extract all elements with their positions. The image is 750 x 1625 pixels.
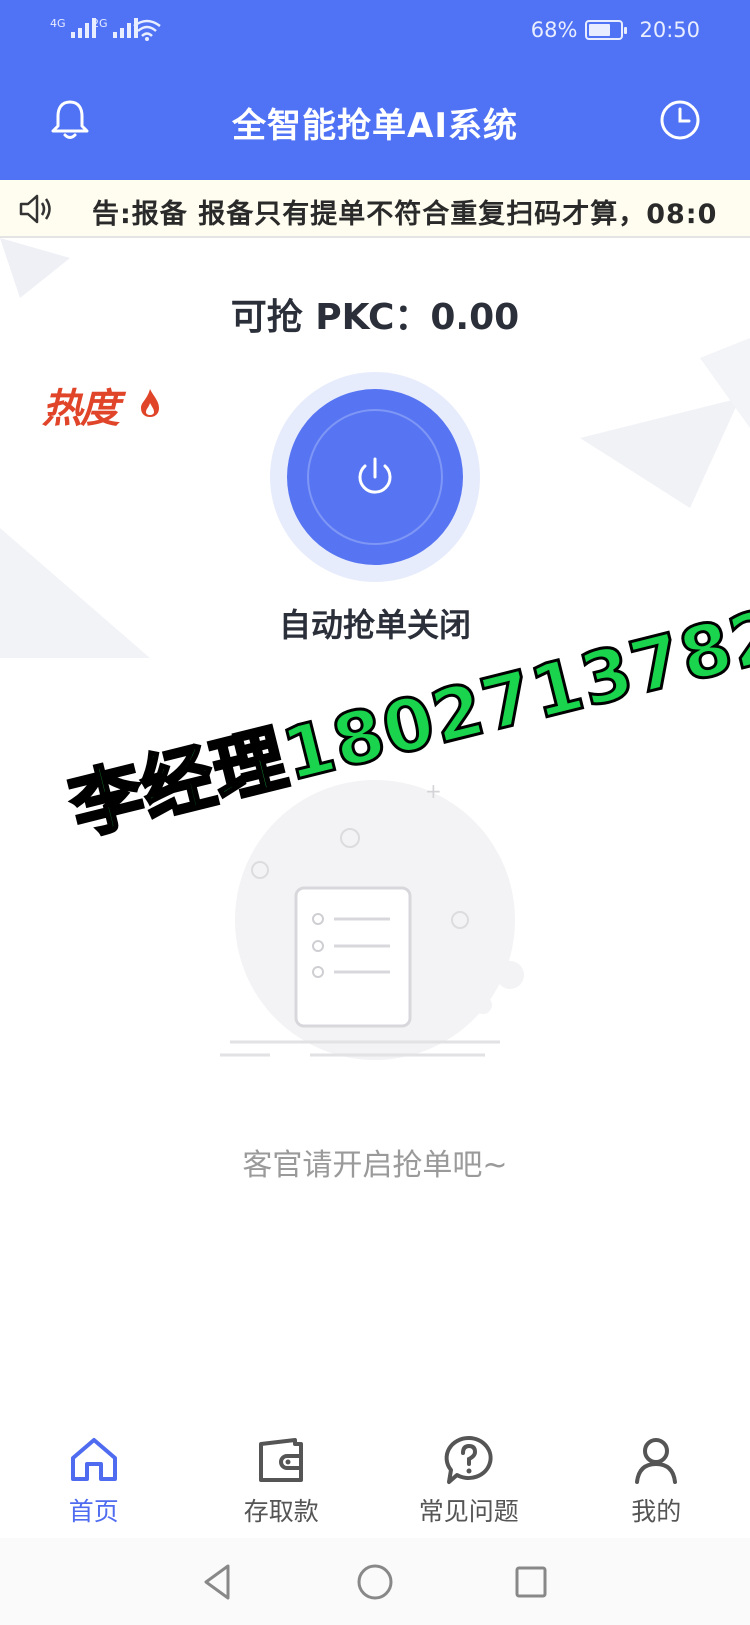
- battery-percent: 68%: [530, 18, 578, 42]
- svg-text:+: +: [425, 780, 442, 803]
- wifi-icon: [133, 19, 161, 41]
- question-icon: [444, 1435, 493, 1484]
- balance-label: 可抢 PKC：0.00: [230, 297, 520, 338]
- status-time: 20:50: [639, 18, 700, 42]
- tab-label: 常见问题: [418, 1497, 519, 1526]
- tab-label: 存取款: [243, 1497, 319, 1526]
- empty-state-text: 客官请开启抢单吧~: [242, 1148, 508, 1183]
- tab-deposit-withdraw[interactable]: 存取款: [188, 1418, 376, 1538]
- status-bar: 4G 2G 68% 20:50: [0, 0, 750, 64]
- app-header: 全智能抢单AI系统: [0, 64, 750, 180]
- speaker-icon: [19, 194, 51, 224]
- signal-2g-icon: 2G: [92, 18, 138, 38]
- empty-list-illustration: +: [220, 780, 524, 1060]
- home-icon: [70, 1438, 117, 1481]
- notice-text: 告:报备 报备只有提单不符合重复扫码才算，08:0: [92, 199, 718, 230]
- recent-apps-icon[interactable]: [508, 1559, 554, 1605]
- tab-faq[interactable]: 常见问题: [375, 1418, 563, 1538]
- tab-mine[interactable]: 我的: [563, 1418, 750, 1538]
- page-title: 全智能抢单AI系统: [232, 105, 518, 146]
- system-navigation-bar: [0, 1538, 750, 1625]
- notice-bar[interactable]: 告:报备 报备只有提单不符合重复扫码才算，08:0: [0, 180, 750, 238]
- tab-label: 首页: [68, 1497, 119, 1526]
- auto-grab-toggle-button[interactable]: [287, 389, 463, 565]
- clock-icon[interactable]: [658, 98, 702, 142]
- wallet-icon: [259, 1438, 304, 1482]
- user-icon: [635, 1438, 678, 1484]
- signal-4g-icon: 4G: [50, 18, 96, 38]
- bell-icon[interactable]: [48, 98, 92, 142]
- home-circle-icon[interactable]: [352, 1559, 398, 1605]
- bottom-tab-bar: 首页 存取款 常见问题 我的: [0, 1418, 750, 1538]
- power-icon: [358, 457, 392, 494]
- tab-label: 我的: [631, 1497, 682, 1526]
- back-icon[interactable]: [196, 1559, 242, 1605]
- tab-home[interactable]: 首页: [0, 1418, 188, 1538]
- hot-badge: 热度: [42, 386, 120, 432]
- flame-icon: [141, 389, 159, 417]
- battery-icon: [585, 20, 628, 40]
